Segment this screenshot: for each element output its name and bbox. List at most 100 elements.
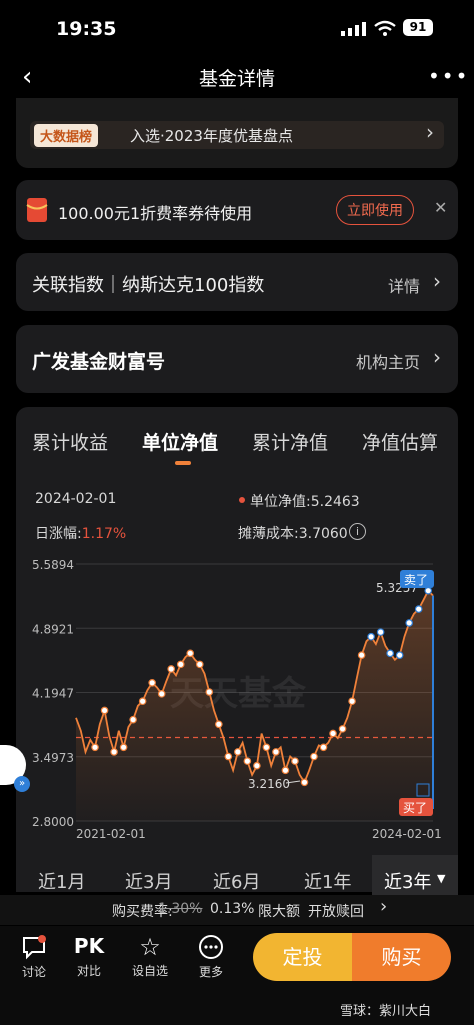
x-tick-label: 2024-02-01 xyxy=(372,827,442,841)
info-date: 2024-02-01 xyxy=(35,491,117,507)
index-label: 关联指数｜纳斯达克100指数 xyxy=(32,275,265,296)
buy-marker xyxy=(300,778,309,787)
active-tab-indicator xyxy=(175,461,191,465)
sell-tag: 卖了 xyxy=(404,573,428,587)
watchlist-label: 设自选 xyxy=(131,964,168,978)
period-1y[interactable]: 近1年 xyxy=(304,868,351,894)
buy-marker xyxy=(272,748,280,756)
rank-text: 入选·2023年度优基盘点 xyxy=(130,127,293,145)
y-tick-label: 2.8000 xyxy=(32,815,74,829)
fee-bar[interactable]: 购买费率: 1.30% 0.13% 限大额 开放赎回 › xyxy=(0,895,474,925)
sell-marker xyxy=(376,628,385,636)
change-value: 1.17% xyxy=(81,526,127,542)
index-detail-link[interactable]: 详情 xyxy=(388,273,420,297)
star-icon: ☆ xyxy=(139,933,161,961)
rank-banner[interactable]: 大数据榜 入选·2023年度优基盘点 › xyxy=(30,120,444,149)
buy-marker xyxy=(357,651,366,659)
buy-marker xyxy=(176,660,185,669)
status-time: 19:35 xyxy=(56,18,117,40)
nav-label: 单位净值: xyxy=(250,494,311,510)
fee-status: 开放赎回 xyxy=(308,904,364,920)
nav-dot-icon xyxy=(239,497,245,503)
buy-marker xyxy=(195,660,204,669)
buy-marker xyxy=(157,690,166,698)
change-label: 日涨幅: xyxy=(35,526,82,542)
buy-marker xyxy=(329,729,337,738)
chevron-right-icon: › xyxy=(380,896,388,917)
caret-down-icon: ▼ xyxy=(437,872,446,885)
fee-discounted: 0.13% xyxy=(210,901,255,917)
sell-marker xyxy=(424,586,433,595)
period-3m[interactable]: 近3月 xyxy=(125,868,172,894)
more-circle-icon xyxy=(199,935,223,959)
page-title: 基金详情 xyxy=(198,68,275,90)
discuss-button[interactable]: 讨论 xyxy=(9,934,59,980)
buy-marker xyxy=(138,697,147,706)
source-watermark: 雪球：紫川大白 xyxy=(340,1004,432,1019)
buy-marker xyxy=(281,766,290,775)
y-tick-label: 4.8921 xyxy=(32,622,74,636)
sell-marker xyxy=(386,649,394,658)
tab-unit-nav[interactable]: 单位净值 xyxy=(142,428,218,455)
period-1m[interactable]: 近1月 xyxy=(38,868,85,894)
rank-badge: 大数据榜 xyxy=(34,124,99,147)
sell-marker xyxy=(405,619,414,627)
more-dots-icon[interactable]: ••• xyxy=(428,64,469,88)
buy-marker xyxy=(91,743,99,752)
company-name: 广发基金财富号 xyxy=(32,351,166,373)
battery-indicator: 91 xyxy=(403,19,433,36)
cost-label: 摊薄成本: xyxy=(238,526,299,542)
y-tick-label: 4.1947 xyxy=(32,687,74,701)
compare-label: 对比 xyxy=(76,964,101,978)
buy-tag: 买了 xyxy=(403,801,427,815)
signal-icon xyxy=(341,22,366,36)
dingtou-button[interactable]: 定投 xyxy=(253,933,352,981)
buy-marker xyxy=(186,649,195,658)
red-envelope-icon xyxy=(26,198,48,222)
period-6m[interactable]: 近6月 xyxy=(213,868,260,894)
pk-icon: PK xyxy=(73,934,105,958)
buy-marker xyxy=(119,743,128,752)
min-label: 3.2160 xyxy=(248,777,290,791)
more-button[interactable]: 更多 xyxy=(186,934,236,980)
coupon-card[interactable]: 100.00元1折费率券待使用 立即使用 ✕ xyxy=(16,180,458,240)
x-tick-label: 2021-02-01 xyxy=(76,827,146,841)
buy-marker xyxy=(348,697,356,706)
company-home-link[interactable]: 机构主页 xyxy=(356,349,420,373)
fee-limit: 限大额 xyxy=(258,904,300,920)
use-coupon-button[interactable]: 立即使用 xyxy=(336,195,414,225)
buy-marker xyxy=(205,688,214,696)
buy-marker xyxy=(291,757,299,765)
buy-marker xyxy=(243,757,252,765)
chevron-right-icon: › xyxy=(433,345,441,369)
compare-button[interactable]: PK 对比 xyxy=(64,934,114,979)
sell-marker xyxy=(414,605,423,613)
buy-marker xyxy=(110,748,118,756)
more-label: 更多 xyxy=(198,965,223,979)
buy-marker xyxy=(224,752,233,761)
info-icon[interactable]: i xyxy=(349,523,366,540)
period-3y: 近3年 xyxy=(384,872,432,893)
nav-value: 5.2463 xyxy=(310,494,360,510)
close-icon[interactable]: ✕ xyxy=(434,198,447,217)
buy-marker xyxy=(100,706,109,715)
buy-marker xyxy=(148,678,156,687)
cost-value: 3.7060 xyxy=(298,526,348,542)
tab-nav-estimate[interactable]: 净值估算 xyxy=(362,428,438,455)
buy-marker xyxy=(234,748,242,756)
company-card[interactable]: 广发基金财富号 机构主页 › xyxy=(16,325,458,393)
period-3y-selected[interactable]: 近3年 ▼ xyxy=(372,855,458,897)
nav-chart[interactable]: 天天基金 5.58944.89214.19473.49732.80002021-… xyxy=(0,555,474,845)
side-arrow-icon[interactable]: » xyxy=(14,776,30,792)
buy-button[interactable]: 购买 xyxy=(352,933,451,981)
buy-marker xyxy=(129,715,137,724)
tab-cumulative-return[interactable]: 累计收益 xyxy=(32,428,108,455)
tab-cumulative-nav[interactable]: 累计净值 xyxy=(252,428,328,455)
wifi-icon xyxy=(374,20,396,36)
sell-marker xyxy=(395,651,404,659)
fee-original: 1.30% xyxy=(158,901,203,917)
buy-marker xyxy=(319,743,328,752)
buy-marker xyxy=(215,720,223,729)
index-card[interactable]: 关联指数｜纳斯达克100指数 详情 › xyxy=(16,253,458,311)
watchlist-button[interactable]: ☆ 设自选 xyxy=(125,934,175,979)
